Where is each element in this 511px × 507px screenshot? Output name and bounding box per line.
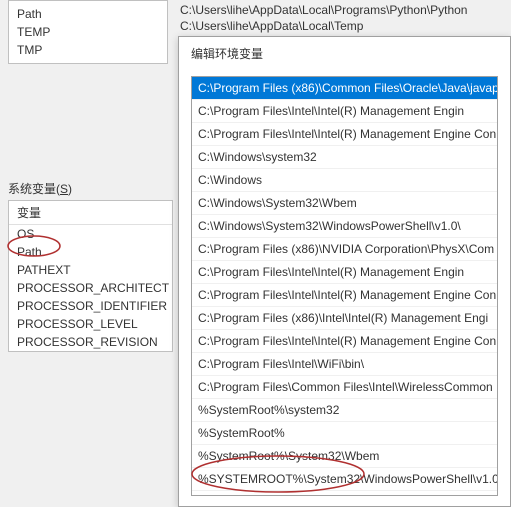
path-entry[interactable]: %SYSTEMROOT%\System32\WindowsPowerShell\… xyxy=(192,468,497,491)
path-entry[interactable]: C:\Program Files\Intel\Intel(R) Manageme… xyxy=(192,261,497,284)
user-var-value: C:\Users\lihe\AppData\Local\Temp xyxy=(180,18,511,34)
section-text: 系统变量 xyxy=(8,182,56,196)
path-entry[interactable]: C:\Windows xyxy=(192,169,497,192)
sys-var-row[interactable]: PATHEXT xyxy=(9,261,172,279)
path-entry[interactable]: C:\Program Files (x86)\Intel\Intel(R) Ma… xyxy=(192,307,497,330)
sys-var-row[interactable]: PROCESSOR_ARCHITECT xyxy=(9,279,172,297)
path-entry[interactable]: C:\Program Files\Intel\Intel(R) Manageme… xyxy=(192,330,497,353)
system-vars-list[interactable]: 变量 OSPathPATHEXTPROCESSOR_ARCHITECTPROCE… xyxy=(8,200,173,352)
path-entry[interactable]: %SystemRoot%\system32 xyxy=(192,399,497,422)
path-entry[interactable]: %SYSTEMROOT%\System32\OpenSSH\ xyxy=(192,491,497,496)
path-entry[interactable]: C:\Windows\system32 xyxy=(192,146,497,169)
sys-var-row[interactable]: PROCESSOR_IDENTIFIER xyxy=(9,297,172,315)
sys-var-row[interactable]: Path xyxy=(9,243,172,261)
path-entry[interactable]: %SystemRoot% xyxy=(192,422,497,445)
path-entry[interactable]: C:\Program Files\Common Files\Intel\Wire… xyxy=(192,376,497,399)
sys-var-row[interactable]: PROCESSOR_LEVEL xyxy=(9,315,172,333)
path-entry[interactable]: C:\Program Files\Intel\WiFi\bin\ xyxy=(192,353,497,376)
path-entry[interactable]: C:\Program Files\Intel\Intel(R) Manageme… xyxy=(192,100,497,123)
section-hotkey: S xyxy=(60,182,68,196)
user-var-values: C:\Users\lihe\AppData\Local\Programs\Pyt… xyxy=(180,0,511,36)
sys-var-row[interactable]: PROCESSOR_REVISION xyxy=(9,333,172,351)
path-entry[interactable]: C:\Program Files (x86)\Common Files\Orac… xyxy=(192,77,497,100)
system-variables-label: 系统变量(S) xyxy=(8,180,72,197)
sys-vars-header[interactable]: 变量 xyxy=(9,201,172,225)
user-var-row[interactable]: TMP xyxy=(9,41,167,59)
user-var-row[interactable]: TEMP xyxy=(9,23,167,41)
user-vars-list[interactable]: PathTEMPTMP xyxy=(8,0,168,64)
path-entry[interactable]: C:\Program Files\Intel\Intel(R) Manageme… xyxy=(192,123,497,146)
user-var-value: C:\Users\lihe\AppData\Local\Programs\Pyt… xyxy=(180,2,511,18)
edit-env-dialog: 编辑环境变量 C:\Program Files (x86)\Common Fil… xyxy=(178,36,511,507)
path-entry[interactable]: %SystemRoot%\System32\Wbem xyxy=(192,445,497,468)
user-var-row[interactable]: Path xyxy=(9,5,167,23)
dialog-title: 编辑环境变量 xyxy=(179,37,510,70)
path-entry[interactable]: C:\Windows\System32\WindowsPowerShell\v1… xyxy=(192,215,497,238)
path-entry[interactable]: C:\Program Files\Intel\Intel(R) Manageme… xyxy=(192,284,497,307)
sys-var-row[interactable]: OS xyxy=(9,225,172,243)
path-entries-list[interactable]: C:\Program Files (x86)\Common Files\Orac… xyxy=(191,76,498,496)
path-entry[interactable]: C:\Program Files (x86)\NVIDIA Corporatio… xyxy=(192,238,497,261)
path-entry[interactable]: C:\Windows\System32\Wbem xyxy=(192,192,497,215)
